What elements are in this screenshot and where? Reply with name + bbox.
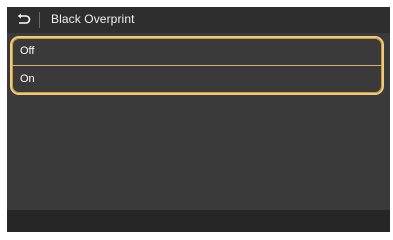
option-label: On: [20, 73, 35, 85]
title-divider: [39, 12, 40, 28]
back-arrow-icon: [17, 13, 31, 24]
page-title: Black Overprint: [51, 12, 135, 26]
option-on[interactable]: On: [12, 66, 382, 93]
title-bar: Black Overprint: [7, 7, 390, 33]
device-screen: Black Overprint Off On: [7, 7, 390, 232]
back-button[interactable]: [13, 10, 33, 30]
option-label: Off: [20, 45, 35, 57]
bottom-bar: [7, 210, 390, 232]
options-list: Off On: [10, 36, 384, 95]
option-off[interactable]: Off: [12, 38, 382, 65]
